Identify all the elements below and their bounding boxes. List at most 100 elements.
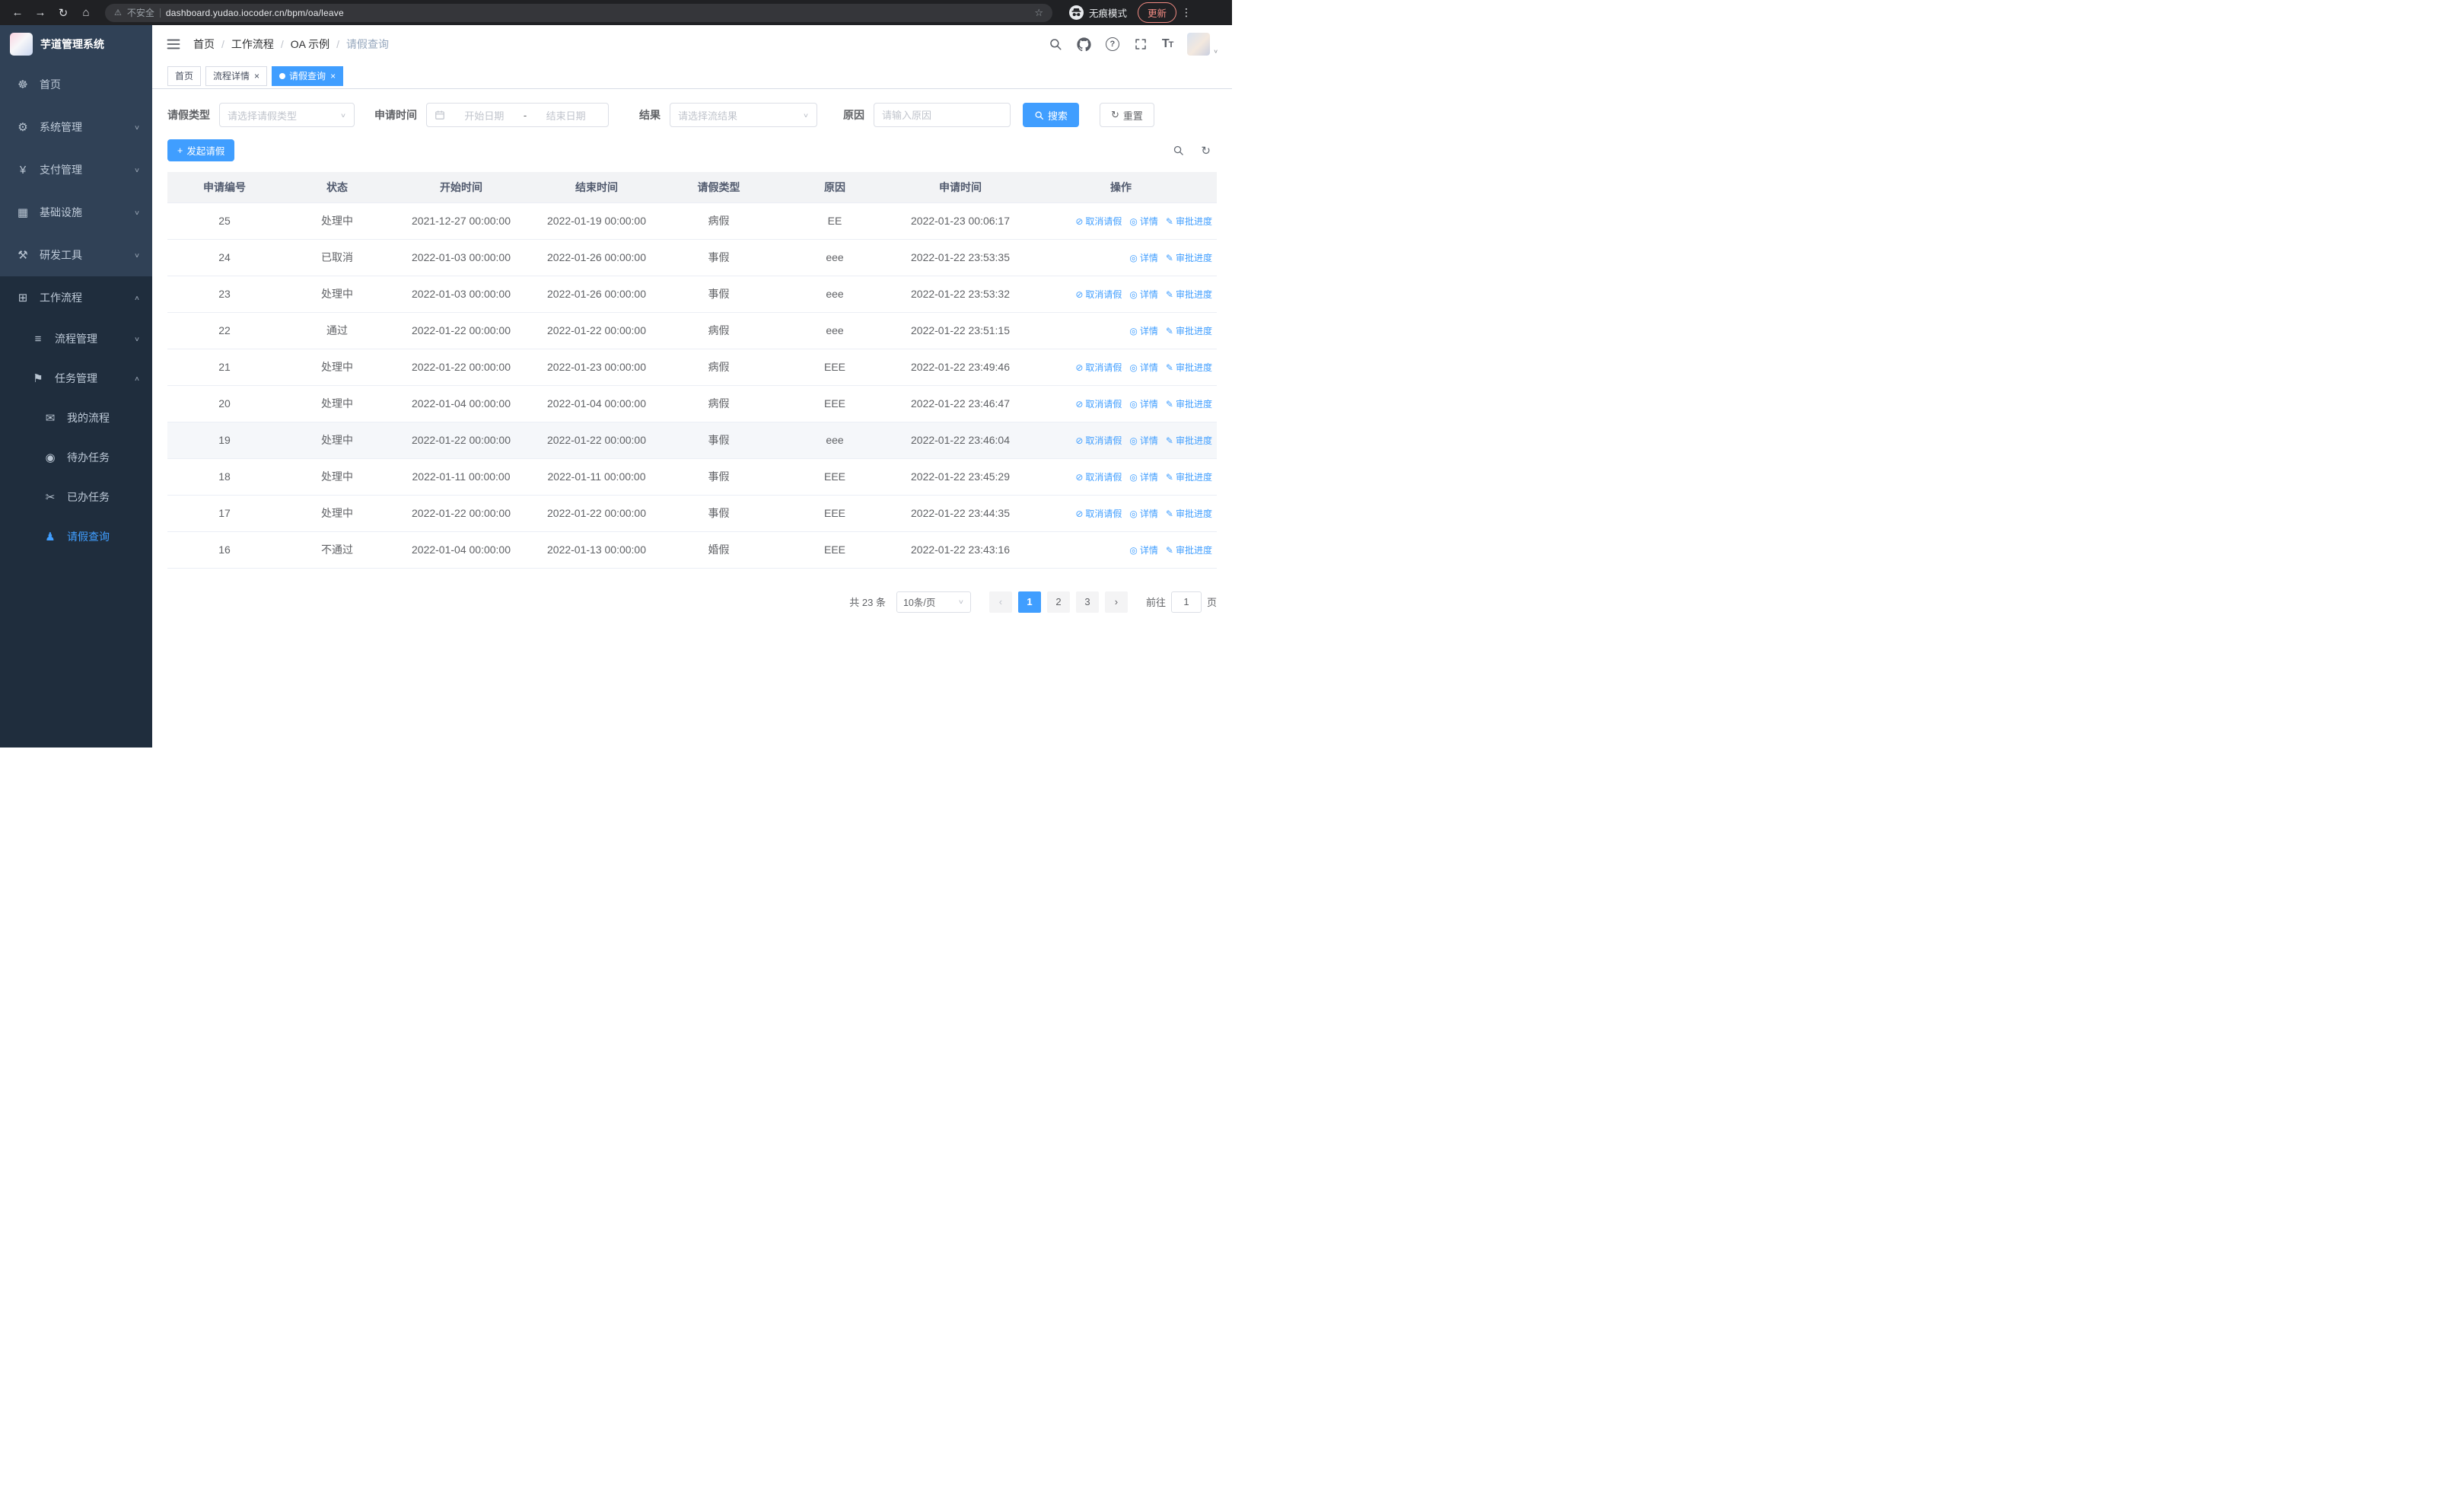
sidebar-item-todo-tasks[interactable]: ◉ 待办任务 bbox=[0, 438, 152, 477]
tab-process-detail[interactable]: 流程详情 × bbox=[205, 65, 268, 86]
tab-home[interactable]: 首页 bbox=[167, 65, 202, 86]
sidebar-item-task-mgmt[interactable]: ⚑ 任务管理 ∧ bbox=[0, 359, 152, 398]
detail-link[interactable]: ◎ 详情 bbox=[1129, 472, 1158, 483]
sidebar-item-done-tasks[interactable]: ✂ 已办任务 bbox=[0, 477, 152, 517]
table-row: 24 已取消 2022-01-03 00:00:00 2022-01-26 00:00… bbox=[167, 239, 1217, 276]
breadcrumb-item[interactable]: OA 示例 bbox=[291, 37, 329, 52]
home-icon[interactable]: ⌂ bbox=[76, 4, 96, 22]
calendar-icon bbox=[435, 110, 445, 120]
leave-type-select[interactable]: 请选择请假类型 ∨ bbox=[219, 103, 355, 127]
audit-progress-link[interactable]: ✎ 审批进度 bbox=[1166, 545, 1212, 556]
detail-link[interactable]: ◎ 详情 bbox=[1129, 289, 1158, 300]
sidebar-item-infrastructure[interactable]: ▦ 基础设施 ∨ bbox=[0, 191, 152, 234]
col-actions: 操作 bbox=[1025, 172, 1217, 203]
sidebar-toggle-icon[interactable] bbox=[166, 37, 181, 52]
cell-status: 不通过 bbox=[282, 531, 393, 569]
back-icon[interactable]: ← bbox=[8, 4, 27, 22]
detail-link[interactable]: ◎ 详情 bbox=[1129, 326, 1158, 336]
cell-status: 通过 bbox=[282, 312, 393, 349]
address-bar[interactable]: ⚠ 不安全 dashboard.yudao.iocoder.cn/bpm/oa/… bbox=[105, 3, 1052, 22]
detail-link[interactable]: ◎ 详情 bbox=[1129, 545, 1158, 556]
browser-menu-icon[interactable]: ⋮ bbox=[1179, 6, 1193, 19]
reason-input[interactable] bbox=[874, 103, 1011, 127]
detail-link[interactable]: ◎ 详情 bbox=[1129, 362, 1158, 373]
reload-icon[interactable]: ↻ bbox=[53, 4, 73, 22]
fullscreen-icon[interactable] bbox=[1134, 37, 1148, 51]
page-button-1[interactable]: 1 bbox=[1017, 591, 1041, 613]
cell-request-id: 24 bbox=[167, 239, 282, 276]
detail-link[interactable]: ◎ 详情 bbox=[1129, 435, 1158, 446]
user-menu[interactable]: ∨ bbox=[1187, 33, 1218, 56]
sidebar-item-my-process[interactable]: ✉ 我的流程 bbox=[0, 398, 152, 438]
close-icon[interactable]: × bbox=[254, 72, 259, 81]
cell-leave-type: 病假 bbox=[664, 349, 774, 386]
cell-apply-time: 2022-01-22 23:53:32 bbox=[896, 276, 1025, 313]
forward-icon[interactable]: → bbox=[30, 4, 50, 22]
edit-icon: ✎ bbox=[1165, 398, 1173, 410]
cell-reason: EE bbox=[774, 202, 896, 240]
audit-progress-link[interactable]: ✎ 审批进度 bbox=[1166, 253, 1212, 263]
sidebar-item-workflow[interactable]: ⊞ 工作流程 ∧ bbox=[0, 276, 152, 319]
security-label: 不安全 bbox=[126, 8, 154, 18]
select-placeholder: 请选择流结果 bbox=[678, 110, 738, 122]
list-icon: ≡ bbox=[34, 332, 42, 346]
cell-apply-time: 2022-01-22 23:46:04 bbox=[896, 422, 1025, 459]
detail-link[interactable]: ◎ 详情 bbox=[1129, 399, 1158, 410]
cancel-leave-link[interactable]: ⊘ 取消请假 bbox=[1075, 216, 1122, 227]
audit-progress-link[interactable]: ✎ 审批进度 bbox=[1166, 289, 1212, 300]
sidebar-item-payment[interactable]: ¥ 支付管理 ∨ bbox=[0, 148, 152, 191]
sidebar-item-process-mgmt[interactable]: ≡ 流程管理 ∨ bbox=[0, 319, 152, 359]
cell-apply-time: 2022-01-22 23:49:46 bbox=[896, 349, 1025, 386]
goto-page-input[interactable] bbox=[1170, 591, 1202, 613]
audit-progress-link[interactable]: ✎ 审批进度 bbox=[1166, 362, 1212, 373]
page-button-3[interactable]: 3 bbox=[1075, 591, 1099, 613]
sidebar-item-system[interactable]: ⚙ 系统管理 ∨ bbox=[0, 106, 152, 148]
cancel-leave-link[interactable]: ⊘ 取消请假 bbox=[1075, 508, 1122, 519]
eye-icon: ◎ bbox=[1129, 471, 1138, 483]
cancel-leave-link[interactable]: ⊘ 取消请假 bbox=[1075, 472, 1122, 483]
table-row: 21 处理中 2022-01-22 00:00:00 2022-01-23 00:00… bbox=[167, 349, 1217, 386]
cell-reason: EEE bbox=[774, 349, 896, 386]
cancel-leave-link[interactable]: ⊘ 取消请假 bbox=[1075, 289, 1122, 300]
prev-page-button[interactable]: ‹ bbox=[988, 591, 1012, 613]
audit-progress-link[interactable]: ✎ 审批进度 bbox=[1166, 216, 1212, 227]
refresh-table-icon[interactable]: ↻ bbox=[1201, 144, 1211, 158]
sidebar-item-devtools[interactable]: ⚒ 研发工具 ∨ bbox=[0, 234, 152, 276]
sidebar-item-label: 工作流程 bbox=[40, 292, 82, 304]
page-button-2[interactable]: 2 bbox=[1046, 591, 1070, 613]
search-button[interactable]: 搜索 bbox=[1023, 103, 1080, 127]
cancel-leave-link[interactable]: ⊘ 取消请假 bbox=[1075, 362, 1122, 373]
tab-leave-query[interactable]: 请假查询 × bbox=[272, 65, 344, 86]
breadcrumb-item[interactable]: 首页 bbox=[193, 37, 215, 52]
create-leave-button[interactable]: + 发起请假 bbox=[167, 139, 235, 161]
table-row: 16 不通过 2022-01-04 00:00:00 2022-01-13 00:00… bbox=[167, 531, 1217, 569]
update-button[interactable]: 更新 bbox=[1138, 2, 1177, 23]
sidebar-item-leave-query[interactable]: ♟ 请假查询 bbox=[0, 517, 152, 556]
github-icon[interactable] bbox=[1077, 37, 1091, 52]
toggle-search-icon[interactable] bbox=[1173, 145, 1184, 156]
date-range-picker[interactable]: 开始日期 - 结束日期 bbox=[426, 103, 609, 127]
result-select[interactable]: 请选择流结果 ∨ bbox=[670, 103, 817, 127]
sidebar-item-home[interactable]: ☸ 首页 bbox=[0, 63, 152, 106]
cancel-leave-link[interactable]: ⊘ 取消请假 bbox=[1075, 435, 1122, 446]
cell-reason: eee bbox=[774, 422, 896, 459]
detail-link[interactable]: ◎ 详情 bbox=[1129, 253, 1158, 263]
audit-progress-link[interactable]: ✎ 审批进度 bbox=[1166, 399, 1212, 410]
detail-link[interactable]: ◎ 详情 bbox=[1129, 508, 1158, 519]
page-size-select[interactable]: 10条/页 ∨ bbox=[896, 591, 971, 613]
cancel-leave-link[interactable]: ⊘ 取消请假 bbox=[1075, 399, 1122, 410]
font-size-icon[interactable]: TT bbox=[1162, 37, 1173, 51]
audit-progress-link[interactable]: ✎ 审批进度 bbox=[1166, 435, 1212, 446]
breadcrumb-item[interactable]: 工作流程 bbox=[231, 37, 274, 52]
cell-end-time: 2022-01-13 00:00:00 bbox=[530, 531, 664, 569]
audit-progress-link[interactable]: ✎ 审批进度 bbox=[1166, 326, 1212, 336]
audit-progress-link[interactable]: ✎ 审批进度 bbox=[1166, 472, 1212, 483]
audit-progress-link[interactable]: ✎ 审批进度 bbox=[1166, 508, 1212, 519]
bookmark-star-icon[interactable]: ☆ bbox=[1034, 7, 1043, 19]
close-icon[interactable]: × bbox=[330, 72, 336, 81]
next-page-button[interactable]: › bbox=[1104, 591, 1128, 613]
search-icon[interactable] bbox=[1049, 37, 1062, 51]
help-icon[interactable]: ? bbox=[1105, 37, 1119, 51]
detail-link[interactable]: ◎ 详情 bbox=[1129, 216, 1158, 227]
reset-button[interactable]: ↻ 重置 bbox=[1100, 103, 1154, 127]
